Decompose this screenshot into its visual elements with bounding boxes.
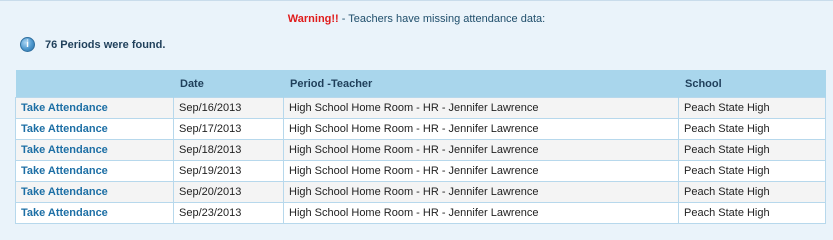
info-icon: i — [20, 37, 35, 52]
warning-text: - Teachers have missing attendance data: — [338, 13, 546, 25]
period-teacher-cell: High School Home Room - HR - Jennifer La… — [283, 97, 679, 119]
take-attendance-link[interactable]: Take Attendance — [21, 123, 108, 135]
school-cell: Peach State High — [678, 139, 826, 161]
column-header-date: Date — [173, 70, 284, 98]
table-row: Take Attendance Sep/18/2013 High School … — [15, 139, 826, 161]
table-row: Take Attendance Sep/19/2013 High School … — [15, 160, 826, 182]
period-teacher-cell: High School Home Room - HR - Jennifer La… — [283, 181, 679, 203]
period-teacher-cell: High School Home Room - HR - Jennifer La… — [283, 160, 679, 182]
school-cell: Peach State High — [678, 118, 826, 140]
school-cell: Peach State High — [678, 160, 826, 182]
school-cell: Peach State High — [678, 97, 826, 119]
take-attendance-link[interactable]: Take Attendance — [21, 207, 108, 219]
column-header-school: School — [678, 70, 826, 98]
results-count-text: 76 Periods were found. — [45, 38, 166, 51]
take-attendance-link[interactable]: Take Attendance — [21, 144, 108, 156]
period-teacher-cell: High School Home Room - HR - Jennifer La… — [283, 202, 679, 224]
period-teacher-cell: High School Home Room - HR - Jennifer La… — [283, 139, 679, 161]
column-header-action — [15, 70, 174, 98]
top-divider — [0, 0, 833, 1]
take-attendance-link[interactable]: Take Attendance — [21, 102, 108, 114]
date-cell: Sep/19/2013 — [173, 160, 284, 182]
table-header-row: Date Period -Teacher School — [15, 70, 826, 98]
table-row: Take Attendance Sep/17/2013 High School … — [15, 118, 826, 140]
period-teacher-cell: High School Home Room - HR - Jennifer La… — [283, 118, 679, 140]
date-cell: Sep/17/2013 — [173, 118, 284, 140]
date-cell: Sep/16/2013 — [173, 97, 284, 119]
table-row: Take Attendance Sep/20/2013 High School … — [15, 181, 826, 203]
date-cell: Sep/18/2013 — [173, 139, 284, 161]
results-count: i 76 Periods were found. — [20, 37, 165, 52]
school-cell: Peach State High — [678, 181, 826, 203]
date-cell: Sep/20/2013 — [173, 181, 284, 203]
take-attendance-link[interactable]: Take Attendance — [21, 186, 108, 198]
take-attendance-link[interactable]: Take Attendance — [21, 165, 108, 177]
warning-message: Warning!! - Teachers have missing attend… — [0, 13, 833, 25]
table-row: Take Attendance Sep/16/2013 High School … — [15, 97, 826, 119]
table-row: Take Attendance Sep/23/2013 High School … — [15, 202, 826, 224]
date-cell: Sep/23/2013 — [173, 202, 284, 224]
warning-label: Warning!! — [287, 13, 339, 25]
school-cell: Peach State High — [678, 202, 826, 224]
column-header-period-teacher: Period -Teacher — [283, 70, 679, 98]
periods-table: Date Period -Teacher School Take Attenda… — [15, 70, 826, 224]
